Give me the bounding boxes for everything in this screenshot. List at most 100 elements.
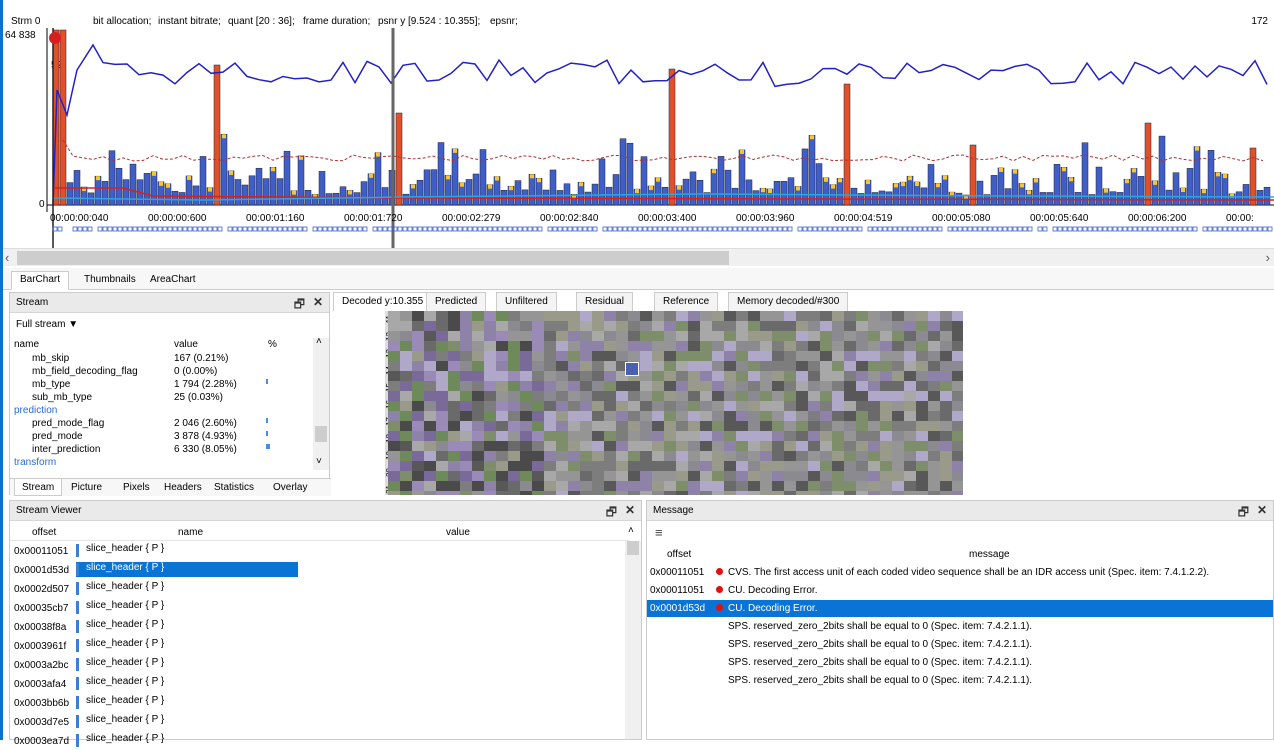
tree-row[interactable]: pred_mode_flag 2 046 (2.60%) xyxy=(10,418,315,431)
stream-dropdown[interactable]: Full stream ▼ xyxy=(16,319,78,330)
float-icon[interactable]: 🗗 xyxy=(1238,503,1249,524)
image-block xyxy=(484,311,496,321)
tree-row[interactable]: transform xyxy=(10,457,315,470)
message-row[interactable]: 0x00011051 CU. Decoding Error. xyxy=(647,582,1273,599)
scroll-left-icon[interactable]: ‹ xyxy=(5,250,9,265)
image-block xyxy=(760,361,772,371)
image-block xyxy=(940,321,952,331)
frame-marker xyxy=(507,226,513,232)
table-row[interactable]: 0x00035cb7 slice_header { P } xyxy=(10,598,630,617)
float-icon[interactable]: 🗗 xyxy=(606,503,617,524)
row-offset: 0x0003bb6b xyxy=(14,698,70,709)
message-row[interactable]: SPS. reserved_zero_2bits shall be equal … xyxy=(647,618,1273,635)
decoded-frame-image[interactable] xyxy=(388,311,963,495)
tab-stream[interactable]: Stream xyxy=(14,479,63,496)
decoded-tab[interactable]: Decoded y:10.355 xyxy=(333,292,433,311)
message-row[interactable]: SPS. reserved_zero_2bits shall be equal … xyxy=(647,654,1273,671)
decoded-tab[interactable]: Memory decoded/#300 xyxy=(728,292,849,311)
tree-row[interactable]: inter_prediction 6 330 (8.05%) xyxy=(10,444,315,457)
table-row[interactable]: 0x0003d7e5 slice_header { P } xyxy=(10,712,630,731)
frame-marker xyxy=(662,226,668,232)
tree-row[interactable]: mb_skip 167 (0.21%) xyxy=(10,353,315,366)
selected-block[interactable] xyxy=(625,362,639,376)
close-icon[interactable]: ✕ xyxy=(313,295,323,309)
image-block xyxy=(844,421,856,431)
clear-messages-icon[interactable]: ≡ xyxy=(655,525,663,540)
tab-overlay[interactable]: Overlay xyxy=(266,479,314,496)
table-row[interactable]: 0x0003961f slice_header { P } xyxy=(10,636,630,655)
decoded-tab[interactable]: Residual xyxy=(576,292,633,311)
tree-row[interactable]: mb_field_decoding_flag 0 (0.00%) xyxy=(10,366,315,379)
scroll-up-icon[interactable]: ˄ xyxy=(628,525,634,536)
chart-canvas[interactable] xyxy=(3,0,1274,248)
tab-pixels[interactable]: Pixels xyxy=(116,479,157,496)
table-row[interactable]: 0x0003afa4 slice_header { P } xyxy=(10,674,630,693)
tree-row[interactable]: pred_mode 3 878 (4.93%) xyxy=(10,431,315,444)
tab-areachart[interactable]: AreaChart xyxy=(141,271,205,290)
close-icon[interactable]: ✕ xyxy=(625,503,635,517)
scroll-thumb[interactable] xyxy=(627,541,639,555)
tab-statistics[interactable]: Statistics xyxy=(207,479,261,496)
image-block xyxy=(472,421,484,431)
image-block xyxy=(772,381,784,391)
scroll-thumb[interactable] xyxy=(315,426,327,442)
bitrate-chart[interactable]: Strm 0 bit allocation; instant bitrate; qu… xyxy=(3,0,1274,248)
decoded-tab[interactable]: Predicted xyxy=(426,292,487,311)
table-row[interactable]: 0x0001d53d slice_header { P } xyxy=(10,560,630,579)
table-row[interactable]: 0x0002d507 slice_header { P } xyxy=(10,579,630,598)
decoded-tab[interactable]: Unfiltered xyxy=(496,292,557,311)
tab-headers[interactable]: Headers xyxy=(157,479,209,496)
scroll-up-icon[interactable]: ˄ xyxy=(316,336,322,347)
image-block xyxy=(808,411,820,421)
stream-viewer-scrollbar[interactable]: ˄ xyxy=(625,525,641,739)
image-block xyxy=(604,441,616,451)
image-block xyxy=(496,361,508,371)
table-row[interactable]: 0x0003a2bc slice_header { P } xyxy=(10,655,630,674)
tab-thumbnails[interactable]: Thumbnails xyxy=(75,271,145,290)
table-row[interactable]: 0x0003ea7d slice_header { P } xyxy=(10,731,630,750)
frame-marker xyxy=(617,226,623,232)
time-tick-label: 00:00:00:040 xyxy=(50,213,109,224)
tree-row[interactable]: sub_mb_type 25 (0.03%) xyxy=(10,392,315,405)
image-block xyxy=(592,381,604,391)
message-row[interactable]: 0x00011051 CVS. The first access unit of … xyxy=(647,564,1273,581)
table-row[interactable]: 0x00011051 slice_header { P } xyxy=(10,541,630,560)
image-block xyxy=(412,391,424,401)
image-block xyxy=(856,471,868,481)
row-name-text: slice_header { P } xyxy=(86,619,165,630)
frame-marker-icon[interactable] xyxy=(49,32,61,44)
frame-marker xyxy=(407,226,413,232)
row-name-text: slice_header { P } xyxy=(86,695,165,706)
image-block xyxy=(844,341,856,351)
tab-picture[interactable]: Picture xyxy=(64,479,109,496)
message-row[interactable]: SPS. reserved_zero_2bits shall be equal … xyxy=(647,636,1273,653)
scroll-thumb[interactable] xyxy=(17,251,729,265)
table-row[interactable]: 0x0003bb6b slice_header { P } xyxy=(10,693,630,712)
close-icon[interactable]: ✕ xyxy=(1257,503,1267,517)
stream-tree-scrollbar[interactable]: ˄ ˅ xyxy=(313,336,329,470)
tab-barchart[interactable]: BarChart xyxy=(11,271,70,290)
scroll-right-icon[interactable]: › xyxy=(1266,250,1270,265)
scroll-down-icon[interactable]: ˅ xyxy=(316,456,322,467)
bitrate-bar xyxy=(108,150,116,206)
frame-marker xyxy=(217,226,223,232)
image-block xyxy=(520,421,532,431)
message-row[interactable]: SPS. reserved_zero_2bits shall be equal … xyxy=(647,672,1273,689)
image-block xyxy=(904,331,916,341)
time-tick-label: 00:00: xyxy=(1226,213,1254,224)
frame-marker xyxy=(612,226,618,232)
frame-marker xyxy=(117,226,123,232)
tree-row[interactable]: prediction xyxy=(10,405,315,418)
frame-marker xyxy=(77,226,83,232)
table-row[interactable]: 0x00038f8a slice_header { P } xyxy=(10,617,630,636)
decoded-tab[interactable]: Reference xyxy=(654,292,719,311)
image-block xyxy=(544,311,556,321)
frame-marker xyxy=(377,226,383,232)
float-icon[interactable]: 🗗 xyxy=(294,295,305,316)
tree-row[interactable]: mb_type 1 794 (2.28%) xyxy=(10,379,315,392)
bitrate-bar xyxy=(920,187,928,206)
frame-marker xyxy=(1012,226,1018,232)
message-row[interactable]: 0x0001d53d CU. Decoding Error. xyxy=(647,600,1273,617)
image-block xyxy=(808,381,820,391)
chart-horizontal-scrollbar[interactable]: ‹ › xyxy=(3,248,1274,266)
